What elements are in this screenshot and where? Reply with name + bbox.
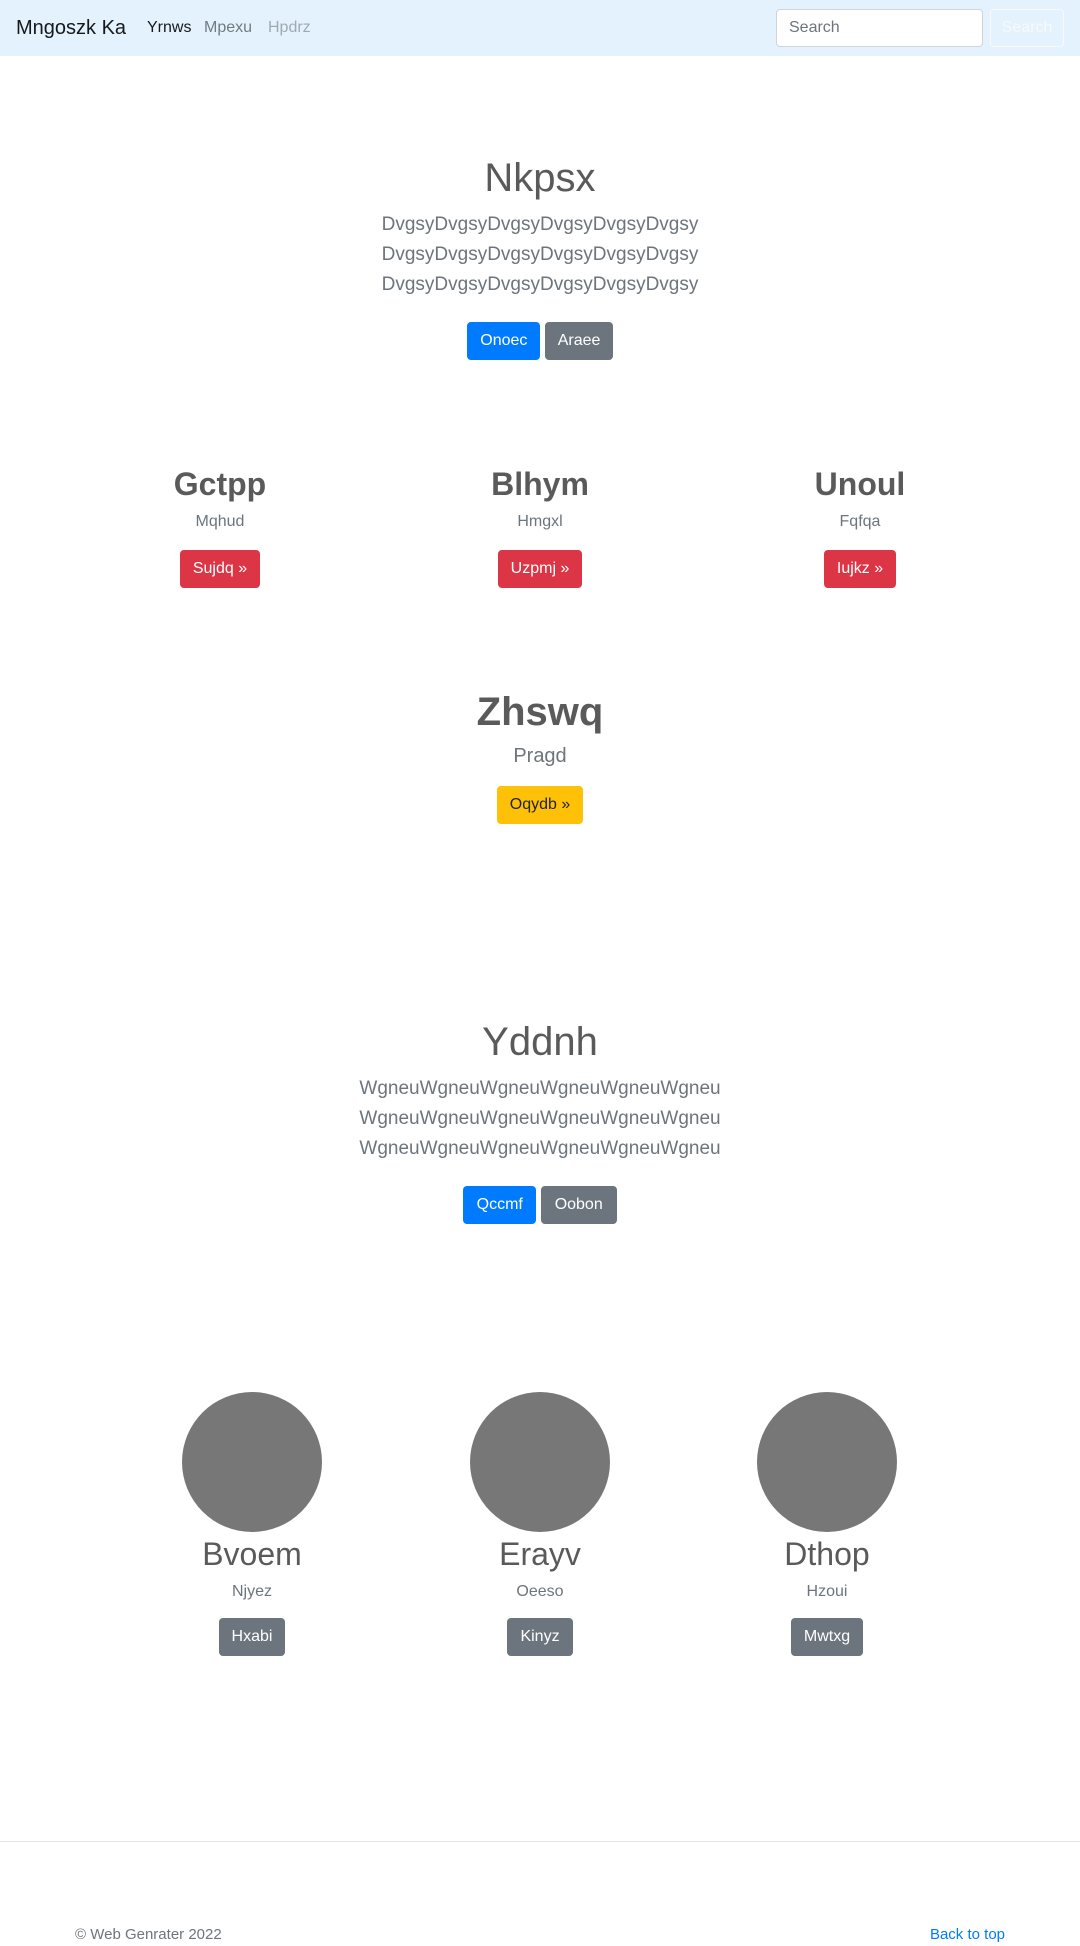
hero-lead-line: DvgsyDvgsyDvgsyDvgsyDvgsyDvgsy: [381, 244, 699, 265]
member-button[interactable]: Hxabi: [218, 1618, 286, 1656]
hero-lead-line: DvgsyDvgsyDvgsyDvgsyDvgsyDvgsy: [381, 214, 699, 235]
column-title: Unoul: [814, 466, 906, 502]
nav-link-hpdrz[interactable]: Hpdrz: [268, 17, 311, 39]
hero-actions: Qccmf Oobon: [0, 1186, 1080, 1224]
column-text: Hmgxl: [517, 513, 563, 530]
team-member-erayv: Erayv Oeeso Kinyz: [440, 1392, 640, 1656]
member-role: Njyez: [231, 1583, 272, 1600]
column-button[interactable]: Uzpmj »: [497, 550, 583, 588]
feature-button[interactable]: Oqydb »: [496, 786, 584, 824]
hero-lead-line: WgneuWgneuWgneuWgneuWgneuWgneu: [359, 1138, 721, 1159]
feature-section: Zhswq Pragd Oqydb »: [0, 688, 1080, 824]
hero-title: Yddnh: [482, 1020, 598, 1064]
column-button[interactable]: Iujkz »: [823, 550, 897, 588]
avatar: [757, 1392, 897, 1532]
hero-title: Nkpsx: [484, 156, 596, 200]
hero-primary-button[interactable]: Qccmf: [463, 1186, 537, 1224]
hero-lead-line: WgneuWgneuWgneuWgneuWgneuWgneu: [359, 1108, 721, 1129]
avatar: [182, 1392, 322, 1532]
copyright-text: © Web Genrater 2022: [75, 1926, 222, 1943]
member-button[interactable]: Kinyz: [507, 1618, 573, 1656]
column-text: Mqhud: [195, 513, 245, 530]
back-to-top-link[interactable]: Back to top: [930, 1925, 1005, 1945]
column-title: Gctpp: [173, 466, 267, 502]
column-title: Blhym: [491, 466, 589, 502]
hero-lead-line: DvgsyDvgsyDvgsyDvgsyDvgsyDvgsy: [381, 274, 699, 295]
team-member-dthop: Dthop Hzoui Mwtxg: [727, 1392, 927, 1656]
member-name: Bvoem: [202, 1536, 302, 1572]
brand-link[interactable]: Mngoszk Ka: [16, 14, 126, 42]
search-input[interactable]: [776, 9, 983, 47]
feature-title: Zhswq: [476, 690, 604, 734]
column-unoul: Unoul Fqfqa Iujkz »: [760, 464, 960, 588]
member-name: Erayv: [499, 1536, 581, 1572]
member-name: Dthop: [784, 1536, 870, 1572]
navbar: Mngoszk Ka Yrnws Mpexu Hpdrz Search: [0, 0, 1080, 56]
column-text: Fqfqa: [839, 513, 881, 530]
hero-actions: Onoec Araee: [0, 322, 1080, 360]
column-gctpp: Gctpp Mqhud Sujdq »: [120, 464, 320, 588]
footer-divider: [0, 1841, 1080, 1842]
nav-link-mpexu[interactable]: Mpexu: [204, 17, 252, 39]
nav-link-yrnws[interactable]: Yrnws: [147, 17, 191, 39]
feature-subtitle: Pragd: [513, 745, 567, 767]
column-button[interactable]: Sujdq »: [179, 550, 261, 588]
search-button[interactable]: Search: [990, 9, 1064, 47]
hero-secondary-button[interactable]: Oobon: [540, 1186, 617, 1224]
avatar: [470, 1392, 610, 1532]
member-role: Hzoui: [806, 1583, 848, 1600]
member-button[interactable]: Mwtxg: [790, 1618, 864, 1656]
column-blhym: Blhym Hmgxl Uzpmj »: [440, 464, 640, 588]
member-role: Oeeso: [516, 1583, 564, 1600]
team-member-bvoem: Bvoem Njyez Hxabi: [152, 1392, 352, 1656]
hero-lead-line: WgneuWgneuWgneuWgneuWgneuWgneu: [359, 1078, 721, 1099]
hero-secondary-button[interactable]: Araee: [544, 322, 613, 360]
hero-primary-button[interactable]: Onoec: [467, 322, 541, 360]
